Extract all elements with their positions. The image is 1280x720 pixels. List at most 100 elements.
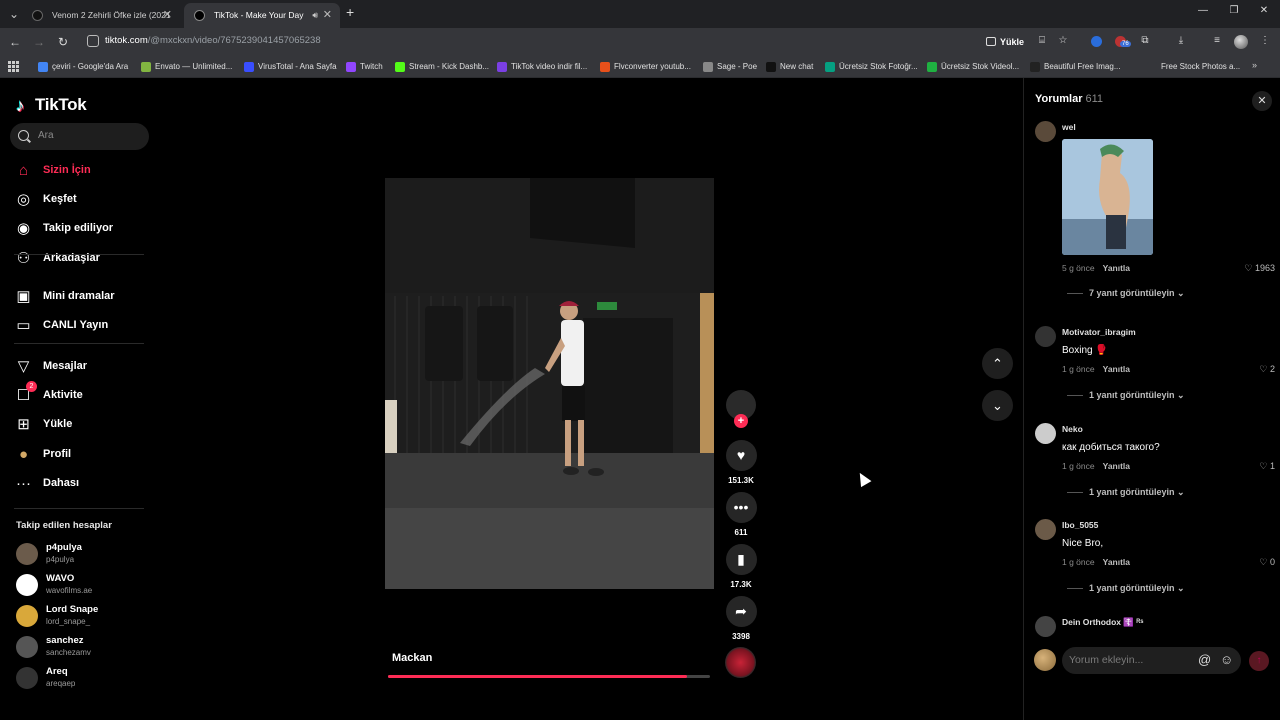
share-action[interactable]: ➦ 3398 (724, 596, 758, 641)
view-replies-button[interactable]: 1 yanıt görüntüleyin ⌄ (1067, 390, 1185, 401)
bookmark-item[interactable]: çeviri - Google'da Ara (38, 60, 128, 74)
comment-icon[interactable]: ••• (725, 492, 757, 523)
bookmark-item[interactable]: TikTok video indir fil... (497, 60, 587, 74)
bookmark-item[interactable]: Ücretsiz Stok Videol... (927, 60, 1019, 74)
bookmark-item[interactable]: Free Stock Photos a... (1147, 60, 1240, 74)
commenter-avatar[interactable] (1035, 423, 1056, 444)
restore-button[interactable]: ❐ (1227, 5, 1241, 16)
comment-image[interactable] (1062, 139, 1153, 255)
view-replies-button[interactable]: 1 yanıt görüntüleyin ⌄ (1067, 583, 1185, 594)
commenter-avatar[interactable] (1035, 121, 1056, 142)
comment-like-button[interactable]: ♡ 1963 (1244, 263, 1275, 274)
site-info-icon[interactable] (87, 35, 99, 47)
new-tab-button[interactable]: + (346, 4, 360, 20)
bookmark-item[interactable]: Sage - Poe (703, 60, 757, 74)
sidebar-item-activity[interactable]: ☐ Aktivite 2 (14, 381, 150, 407)
install-app-button[interactable]: Yükle (984, 33, 1028, 51)
heart-icon[interactable]: ♥ (725, 440, 757, 471)
commenter-name[interactable]: Neko (1062, 424, 1083, 434)
reply-button[interactable]: Yanıtla (1103, 461, 1130, 471)
minimize-button[interactable]: — (1196, 5, 1210, 16)
browser-menu-icon[interactable]: ⋮ (1258, 34, 1272, 48)
tab-close-icon[interactable]: ✕ (163, 3, 172, 28)
commenter-name[interactable]: Motivator_ibragim (1062, 327, 1136, 337)
translate-icon[interactable]: ⌸ (1035, 34, 1049, 48)
share-icon[interactable]: ➦ (725, 596, 757, 627)
bookmark-item[interactable]: New chat (766, 60, 813, 74)
bookmark-item[interactable]: Envato — Unlimited... (141, 60, 232, 74)
download-icon[interactable]: ⤓ (1174, 34, 1188, 48)
send-comment-button[interactable]: ↑ (1249, 651, 1269, 671)
reload-button[interactable]: ↻ (55, 34, 71, 50)
like-action[interactable]: ♥ 151.3K (724, 440, 758, 485)
video-progress-bar[interactable] (388, 675, 710, 678)
following-account[interactable]: Areq areqaep (16, 664, 156, 694)
bookmark-icon[interactable]: ▮ (725, 544, 757, 575)
video-player[interactable] (385, 178, 714, 589)
bookmark-item[interactable]: Twitch (346, 60, 383, 74)
comment-like-button[interactable]: ♡ 1 (1259, 461, 1275, 472)
mention-icon[interactable]: @ (1198, 652, 1211, 667)
comment-like-button[interactable]: ♡ 2 (1259, 364, 1275, 375)
bookmark-item[interactable]: VirusTotal - Ana Sayfa (244, 60, 337, 74)
following-account[interactable]: WAVO wavofilms.ae (16, 571, 156, 601)
commenter-avatar[interactable] (1035, 519, 1056, 540)
sidebar-item-friends[interactable]: ⚇ Arkadaşlar (14, 248, 150, 270)
tab-tiktok[interactable]: TikTok - Make Your Day 🔊︎ ✕ (184, 3, 340, 28)
profile-avatar[interactable] (1234, 35, 1248, 49)
close-comments-button[interactable]: ✕ (1252, 91, 1272, 111)
commenter-avatar[interactable] (1035, 326, 1056, 347)
sidebar-item-compass[interactable]: ◎ Keşfet (14, 189, 150, 211)
sidebar-item-live[interactable]: ▭ CANLI Yayın (14, 315, 150, 337)
reply-button[interactable]: Yanıtla (1103, 263, 1130, 273)
bookmark-star-icon[interactable]: ☆ (1056, 34, 1070, 48)
following-account[interactable]: p4pulya p4pulya (16, 540, 156, 570)
bookmark-item[interactable]: Ücretsiz Stok Fotoğr... (825, 60, 918, 74)
commenter-name[interactable]: Ibo_5055 (1062, 520, 1098, 530)
bookmark-item[interactable]: Stream - Kick Dashb... (395, 60, 489, 74)
commenter-name[interactable]: Dein Orthodox ☦️ ᴿˢ (1062, 617, 1143, 628)
following-account[interactable]: Lord Snape lord_snape_ (16, 602, 156, 632)
sidebar-item-following[interactable]: ◉ Takip ediliyor (14, 218, 150, 240)
comment-like-button[interactable]: ♡ 0 (1259, 557, 1275, 568)
apps-grid-icon[interactable] (8, 61, 19, 72)
bookmark-item[interactable]: Flvconverter youtub... (600, 60, 691, 74)
music-disc-avatar[interactable] (725, 647, 756, 678)
close-window-button[interactable]: ✕ (1257, 5, 1271, 16)
sidebar-item-upload[interactable]: ⊞ Yükle (14, 414, 150, 436)
bookmark-item[interactable]: Beautiful Free Imag... (1030, 60, 1120, 74)
tiktok-logo[interactable]: ♪ TikTok (16, 94, 87, 116)
url-text[interactable]: tiktok.com/@mxckxn/video/767523904145706… (105, 35, 321, 46)
back-button[interactable]: ← (7, 34, 23, 50)
next-video-button[interactable]: ⌄ (982, 390, 1013, 421)
video-caption[interactable]: Mackan (392, 652, 432, 664)
comment-input[interactable]: Yorum ekleyin... @ ☺ (1062, 647, 1241, 674)
emoji-icon[interactable]: ☺ (1220, 652, 1233, 667)
sidebar-item-messages[interactable]: ▽ Mesajlar (14, 356, 150, 378)
view-replies-button[interactable]: 7 yanıt görüntüleyin ⌄ (1067, 288, 1185, 299)
forward-button[interactable]: → (31, 34, 47, 50)
extensions-puzzle-icon[interactable]: ⧉ (1138, 34, 1152, 48)
commenter-name[interactable]: wel (1062, 122, 1076, 132)
following-account[interactable]: sanchez sanchezamv (16, 633, 156, 663)
media-control-icon[interactable]: ≡ (1210, 34, 1224, 48)
previous-video-button[interactable]: ⌃ (982, 348, 1013, 379)
reply-button[interactable]: Yanıtla (1103, 364, 1130, 374)
bookmarks-overflow-icon[interactable]: » (1252, 60, 1257, 70)
speaker-icon[interactable]: 🔊︎ (312, 3, 318, 28)
sidebar-item-profile[interactable]: ● Profil (14, 444, 150, 466)
extension-icon[interactable] (1091, 36, 1102, 47)
tab-close-icon[interactable]: ✕ (323, 3, 332, 28)
reply-button[interactable]: Yanıtla (1103, 557, 1130, 567)
tab-venom[interactable]: Venom 2 Zehirli Öfke izle (2021 ✕ (22, 3, 180, 28)
follow-plus-button[interactable]: + (734, 414, 748, 428)
save-action[interactable]: ▮ 17.3K (724, 544, 758, 589)
sidebar-item-home[interactable]: ⌂ Sizin İçin (14, 160, 150, 182)
sidebar-item-more[interactable]: ··· Dahası (14, 473, 150, 495)
search-input[interactable]: Ara (10, 123, 149, 150)
commenter-avatar[interactable] (1035, 616, 1056, 637)
sidebar-item-drama[interactable]: ▣ Mini dramalar (14, 286, 150, 308)
view-replies-button[interactable]: 1 yanıt görüntüleyin ⌄ (1067, 487, 1185, 498)
comment-action[interactable]: ••• 611 (724, 492, 758, 537)
tab-search-chevron-icon[interactable]: ⌄ (6, 6, 22, 22)
